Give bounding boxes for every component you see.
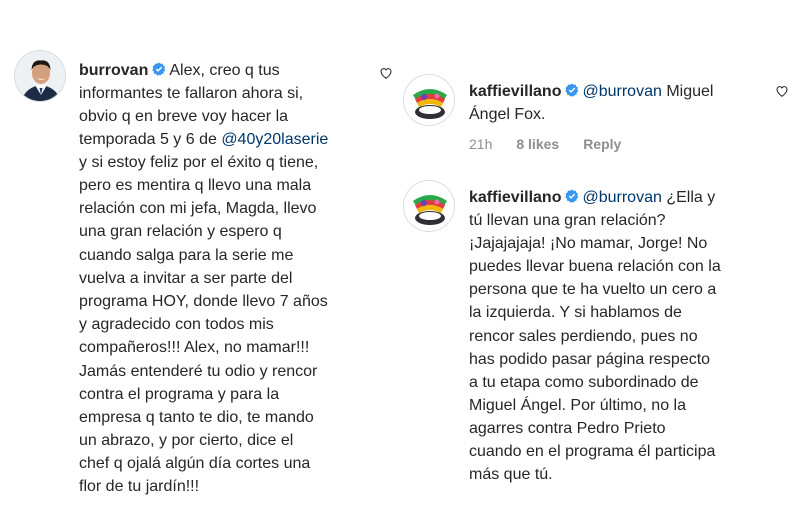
- comment-line: programa HOY, donde llevo 7 años: [79, 293, 328, 310]
- comment-line: persona que te ha vuelto un cero a: [469, 281, 717, 298]
- comment-line: Jamás entenderé tu odio y rencor: [79, 363, 318, 380]
- comment-line: cuando salga para la serie me: [79, 247, 294, 264]
- comment-line: Miguel Ángel. Por último, no la: [469, 397, 686, 414]
- username-link[interactable]: burrovan: [79, 62, 148, 79]
- mention-link[interactable]: @burrovan: [582, 189, 661, 206]
- comment-line: burrovan Alex, creo q tus: [79, 59, 280, 82]
- comment-meta: 21h 8 likes Reply: [469, 136, 645, 152]
- comment-line: has podido pasar página respecto: [469, 351, 711, 368]
- comment-line: kaffievillano @burrovan Miguel: [469, 80, 713, 103]
- comment-line: obvio q en breve voy hacer la: [79, 108, 289, 125]
- comment-line: contra el programa y para la: [79, 386, 280, 403]
- comment-line: empresa q tanto te dio, te mando: [79, 409, 314, 426]
- comment-line: más que tú.: [469, 466, 553, 483]
- comment-line: rencor sales perdiendo, pues no: [469, 328, 698, 345]
- comment-line: un abrazo, y por cierto, dice el: [79, 432, 294, 449]
- comment-line: Ángel Fox.: [469, 106, 546, 123]
- username-link[interactable]: kaffievillano: [469, 83, 561, 100]
- avatar-kaffievillano[interactable]: [403, 74, 455, 126]
- comment-line: relación con mi jefa, Magda, llevo: [79, 200, 317, 217]
- comment-line: pero es mentira q llevo una mala: [79, 177, 312, 194]
- heart-icon[interactable]: [775, 84, 789, 98]
- comment-line: puedes llevar buena relación con la: [469, 258, 721, 275]
- comment-line: vuelva a invitar a ser parte del: [79, 270, 293, 287]
- comment-line: a tu etapa como subordinado de: [469, 374, 699, 391]
- mention-link[interactable]: @40y20laserie: [221, 131, 328, 148]
- verified-badge-icon: [565, 83, 579, 97]
- comment-line-text: Alex, creo q tus: [169, 62, 280, 79]
- comment-line: kaffievillano @burrovan ¿Ella y: [469, 186, 715, 209]
- verified-badge-icon: [152, 62, 166, 76]
- comment-line: y agradecido con todos mis: [79, 316, 274, 333]
- comment-line-text: temporada 5 y 6 de: [79, 131, 222, 148]
- timestamp[interactable]: 21h: [469, 136, 492, 152]
- comment-line-text: ¿Ella y: [661, 189, 716, 206]
- username-link[interactable]: kaffievillano: [469, 189, 561, 206]
- comment-line: agarres contra Pedro Prieto: [469, 420, 666, 437]
- avatar-person-icon: [15, 51, 65, 101]
- comment-line: cuando en el programa él participa: [469, 443, 716, 460]
- mention-link[interactable]: @burrovan: [582, 83, 661, 100]
- avatar-burrovan[interactable]: [14, 50, 66, 102]
- comment-line: la izquierda. Y si hablamos de: [469, 304, 682, 321]
- comment-line: ¡Jajajajaja! ¡No mamar, Jorge! No: [469, 235, 708, 252]
- comment-line: informantes te fallaron ahora si,: [79, 85, 304, 102]
- likes-count[interactable]: 8 likes: [516, 136, 559, 152]
- comment-line: tú llevan una gran relación?: [469, 212, 666, 229]
- heart-icon[interactable]: [379, 66, 393, 80]
- comment-line: y si estoy feliz por el éxito q tiene,: [79, 154, 319, 171]
- avatar-illustration-icon: [404, 181, 454, 231]
- comment-line: chef q ojalá algún día cortes una: [79, 455, 311, 472]
- avatar-illustration-icon: [404, 75, 454, 125]
- verified-badge-icon: [565, 189, 579, 203]
- comment-line: una gran relación y espero q: [79, 223, 282, 240]
- comment-line: compañeros!!! Alex, no mamar!!!: [79, 339, 310, 356]
- reply-button[interactable]: Reply: [583, 136, 621, 152]
- comment-line: flor de tu jardín!!!: [79, 478, 200, 495]
- avatar-kaffievillano[interactable]: [403, 180, 455, 232]
- comment-line: temporada 5 y 6 de @40y20laserie: [79, 128, 328, 151]
- comment-line-text: Miguel: [661, 83, 714, 100]
